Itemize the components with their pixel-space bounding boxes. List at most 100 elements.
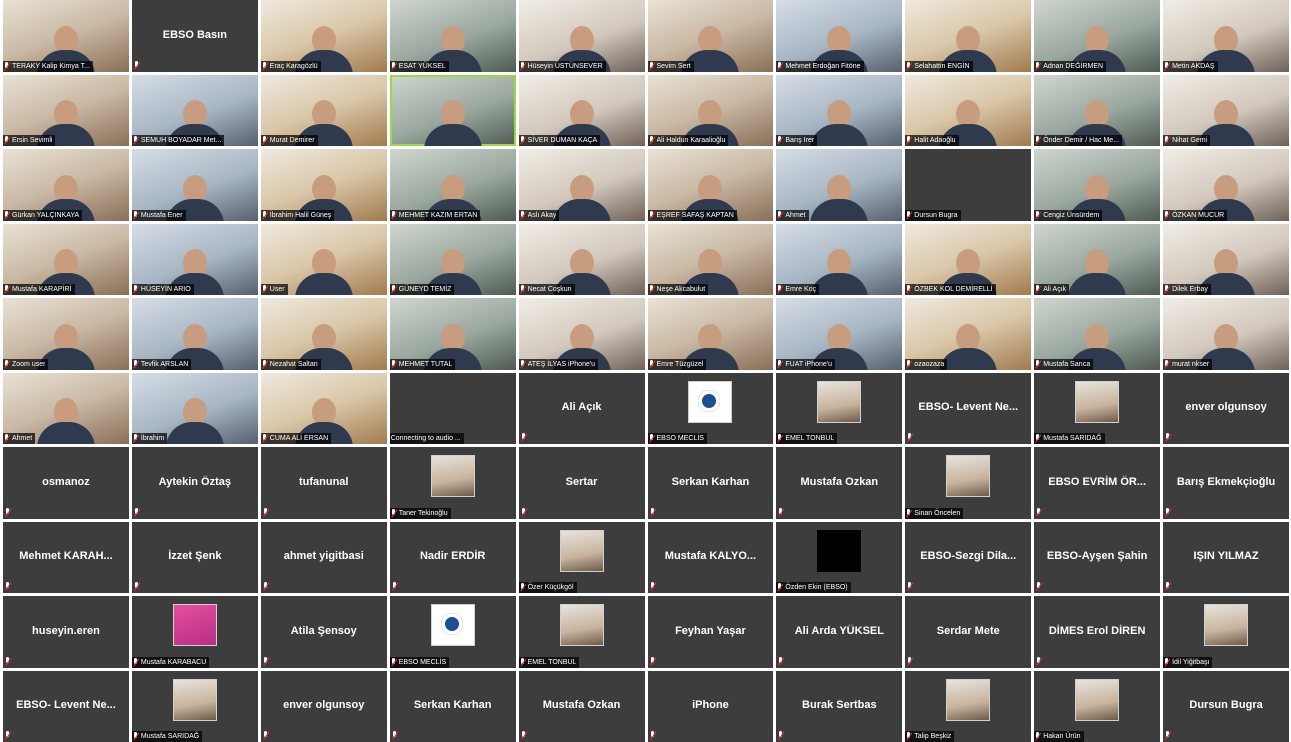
participant-tile[interactable]: Mustafa Ener bbox=[131, 149, 258, 221]
participant-tile[interactable]: tufanunal bbox=[260, 447, 387, 519]
participant-tile[interactable]: SEMUH BOYADAR Met... bbox=[131, 74, 258, 146]
participant-tile[interactable]: Özden Ekin (EBSO) bbox=[776, 521, 903, 593]
participant-tile[interactable]: Dursun Bugra bbox=[905, 149, 1032, 221]
participant-tile[interactable]: murat nkser bbox=[1163, 298, 1289, 370]
participant-tile[interactable]: Emre Tüzgüzel bbox=[647, 298, 774, 370]
participant-tile[interactable]: ÖZKAN MUCUR bbox=[1163, 149, 1289, 221]
participant-tile[interactable]: Cengiz Ünsürdem bbox=[1034, 149, 1161, 221]
participant-tile[interactable]: Atila Şensoy bbox=[260, 596, 387, 668]
participant-tile[interactable]: Zoom user bbox=[3, 298, 129, 370]
participant-tile[interactable]: Önder Demir / Hac Me... bbox=[1034, 74, 1161, 146]
participant-tile[interactable]: FUAT iPhone'u bbox=[776, 298, 903, 370]
participant-tile[interactable]: EBSO MECLİS bbox=[647, 372, 774, 444]
participant-tile[interactable]: Selahattin ENGİN bbox=[905, 0, 1032, 72]
participant-tile[interactable]: ATEŞ İLYAS iPhone'u bbox=[518, 298, 645, 370]
participant-tile[interactable]: Mustafa KARABACU bbox=[131, 596, 258, 668]
participant-tile[interactable]: Metin AKDAŞ bbox=[1163, 0, 1289, 72]
participant-tile[interactable]: EŞREF SAFAŞ KAPTAN bbox=[647, 149, 774, 221]
participant-tile[interactable]: Mustafa Ozkan bbox=[518, 670, 645, 742]
participant-tile[interactable]: osmanoz bbox=[3, 447, 129, 519]
participant-tile[interactable]: Ali Açık bbox=[1034, 223, 1161, 295]
participant-tile[interactable]: MEHMET TUTAL bbox=[389, 298, 516, 370]
participant-tile[interactable]: huseyin.eren bbox=[3, 596, 129, 668]
participant-tile[interactable]: EBSO MECLİS bbox=[389, 596, 516, 668]
participant-tile[interactable]: EBSO-Sezgi Dila... bbox=[905, 521, 1032, 593]
participant-tile[interactable]: Connecting to audio ... bbox=[389, 372, 516, 444]
participant-tile[interactable]: Mehmet KARAH... bbox=[3, 521, 129, 593]
participant-tile[interactable]: Neşe Akcabulut bbox=[647, 223, 774, 295]
participant-tile[interactable]: Gürkan YALÇINKAYA bbox=[3, 149, 129, 221]
participant-tile[interactable]: enver olgunsoy bbox=[260, 670, 387, 742]
participant-tile[interactable]: Barış Irer bbox=[776, 74, 903, 146]
participant-tile[interactable]: İdil Yiğitbaşı bbox=[1163, 596, 1289, 668]
participant-tile[interactable]: Sevim Sert bbox=[647, 0, 774, 72]
participant-tile[interactable]: Ersin Sevimli bbox=[3, 74, 129, 146]
participant-tile[interactable]: TERAKY Kalip Kimya T... bbox=[3, 0, 129, 72]
participant-tile[interactable]: Nihat Gemi bbox=[1163, 74, 1289, 146]
participant-tile[interactable]: enver olgunsoy bbox=[1163, 372, 1289, 444]
participant-tile[interactable]: Nezahat Saltan bbox=[260, 298, 387, 370]
participant-tile[interactable]: EMEL TONBUL bbox=[518, 596, 645, 668]
participant-tile[interactable]: EBSO Basın bbox=[131, 0, 258, 72]
participant-tile[interactable]: Taner Tekinoğlu bbox=[389, 447, 516, 519]
participant-tile[interactable]: DİMES Erol DİREN bbox=[1034, 596, 1161, 668]
participant-tile[interactable]: CUMA ALİ ERSAN bbox=[260, 372, 387, 444]
participant-tile[interactable]: ahmet yigitbasi bbox=[260, 521, 387, 593]
participant-tile[interactable]: ÖZBEK KOL DEMİRELLİ bbox=[905, 223, 1032, 295]
participant-tile[interactable]: Sinan Öncelen bbox=[905, 447, 1032, 519]
participant-tile[interactable]: Halit Adaoğlu bbox=[905, 74, 1032, 146]
participant-tile[interactable]: EBSO-Ayşen Şahin bbox=[1034, 521, 1161, 593]
participant-tile[interactable]: ozaozaza bbox=[905, 298, 1032, 370]
participant-tile[interactable]: Adnan DEĞİRMEN bbox=[1034, 0, 1161, 72]
participant-tile[interactable]: Aytekin Öztaş bbox=[131, 447, 258, 519]
participant-tile[interactable]: Mehmet Erdoğan Fitöne bbox=[776, 0, 903, 72]
participant-tile[interactable]: Ahmet bbox=[776, 149, 903, 221]
participant-tile[interactable]: İbrahim bbox=[131, 372, 258, 444]
participant-tile[interactable] bbox=[389, 74, 516, 146]
participant-tile[interactable]: Tevfik ARSLAN bbox=[131, 298, 258, 370]
participant-tile[interactable]: Nadir ERDİR bbox=[389, 521, 516, 593]
participant-tile[interactable]: MEHMET KAZIM ERTAN bbox=[389, 149, 516, 221]
participant-tile[interactable]: İzzet Şenk bbox=[131, 521, 258, 593]
participant-tile[interactable]: Mustafa KALYO... bbox=[647, 521, 774, 593]
participant-tile[interactable]: User bbox=[260, 223, 387, 295]
participant-tile[interactable]: Mustafa KARAPİRİ bbox=[3, 223, 129, 295]
participant-tile[interactable]: Eraç Karagözlü bbox=[260, 0, 387, 72]
participant-tile[interactable]: Serkan Karhan bbox=[647, 447, 774, 519]
participant-tile[interactable]: Ali Haldun Karaalioğlu bbox=[647, 74, 774, 146]
participant-tile[interactable]: EBSO- Levent Ne... bbox=[905, 372, 1032, 444]
participant-tile[interactable]: Aslı Akay bbox=[518, 149, 645, 221]
participant-tile[interactable]: EBSO- Levent Ne... bbox=[3, 670, 129, 742]
participant-tile[interactable]: Mustafa Ozkan bbox=[776, 447, 903, 519]
participant-tile[interactable]: Serkan Karhan bbox=[389, 670, 516, 742]
participant-tile[interactable]: Serdar Mete bbox=[905, 596, 1032, 668]
participant-tile[interactable]: Hakan Ürün bbox=[1034, 670, 1161, 742]
participant-tile[interactable]: İbrahim Halil Güneş bbox=[260, 149, 387, 221]
participant-tile[interactable]: Burak Sertbas bbox=[776, 670, 903, 742]
participant-tile[interactable]: Feyhan Yaşar bbox=[647, 596, 774, 668]
participant-tile[interactable]: IŞIN YILMAZ bbox=[1163, 521, 1289, 593]
participant-tile[interactable]: Özer Küçükgöl bbox=[518, 521, 645, 593]
participant-tile[interactable]: GÜNEYD TEMİZ bbox=[389, 223, 516, 295]
participant-tile[interactable]: Mustafa SARIDAĞ bbox=[131, 670, 258, 742]
participant-tile[interactable]: Emre Koç bbox=[776, 223, 903, 295]
participant-tile[interactable]: Murat Demirer bbox=[260, 74, 387, 146]
participant-tile[interactable]: EBSO EVRİM ÖR... bbox=[1034, 447, 1161, 519]
participant-tile[interactable]: SİVER DUMAN KAÇA bbox=[518, 74, 645, 146]
participant-tile[interactable]: Ali Açık bbox=[518, 372, 645, 444]
participant-tile[interactable]: Hüseyin ÜSTÜNSEVER bbox=[518, 0, 645, 72]
participant-tile[interactable]: Mustafa Sarıca bbox=[1034, 298, 1161, 370]
participant-tile[interactable]: Dursun Bugra bbox=[1163, 670, 1289, 742]
participant-tile[interactable]: iPhone bbox=[647, 670, 774, 742]
participant-tile[interactable]: HÜSEYİN ARIO bbox=[131, 223, 258, 295]
participant-tile[interactable]: Ahmet bbox=[3, 372, 129, 444]
participant-tile[interactable]: Sertar bbox=[518, 447, 645, 519]
participant-tile[interactable]: Dilek Erbay bbox=[1163, 223, 1289, 295]
participant-tile[interactable]: Talip Beşkiz bbox=[905, 670, 1032, 742]
participant-tile[interactable]: Mustafa SARIDAĞ bbox=[1034, 372, 1161, 444]
participant-tile[interactable]: EMEL TONBUL bbox=[776, 372, 903, 444]
participant-tile[interactable]: Ali Arda YÜKSEL bbox=[776, 596, 903, 668]
participant-tile[interactable]: Barış Ekmekçioğlu bbox=[1163, 447, 1289, 519]
participant-tile[interactable]: Necat Coşkun bbox=[518, 223, 645, 295]
participant-tile[interactable]: ESAT YÜKSEL bbox=[389, 0, 516, 72]
